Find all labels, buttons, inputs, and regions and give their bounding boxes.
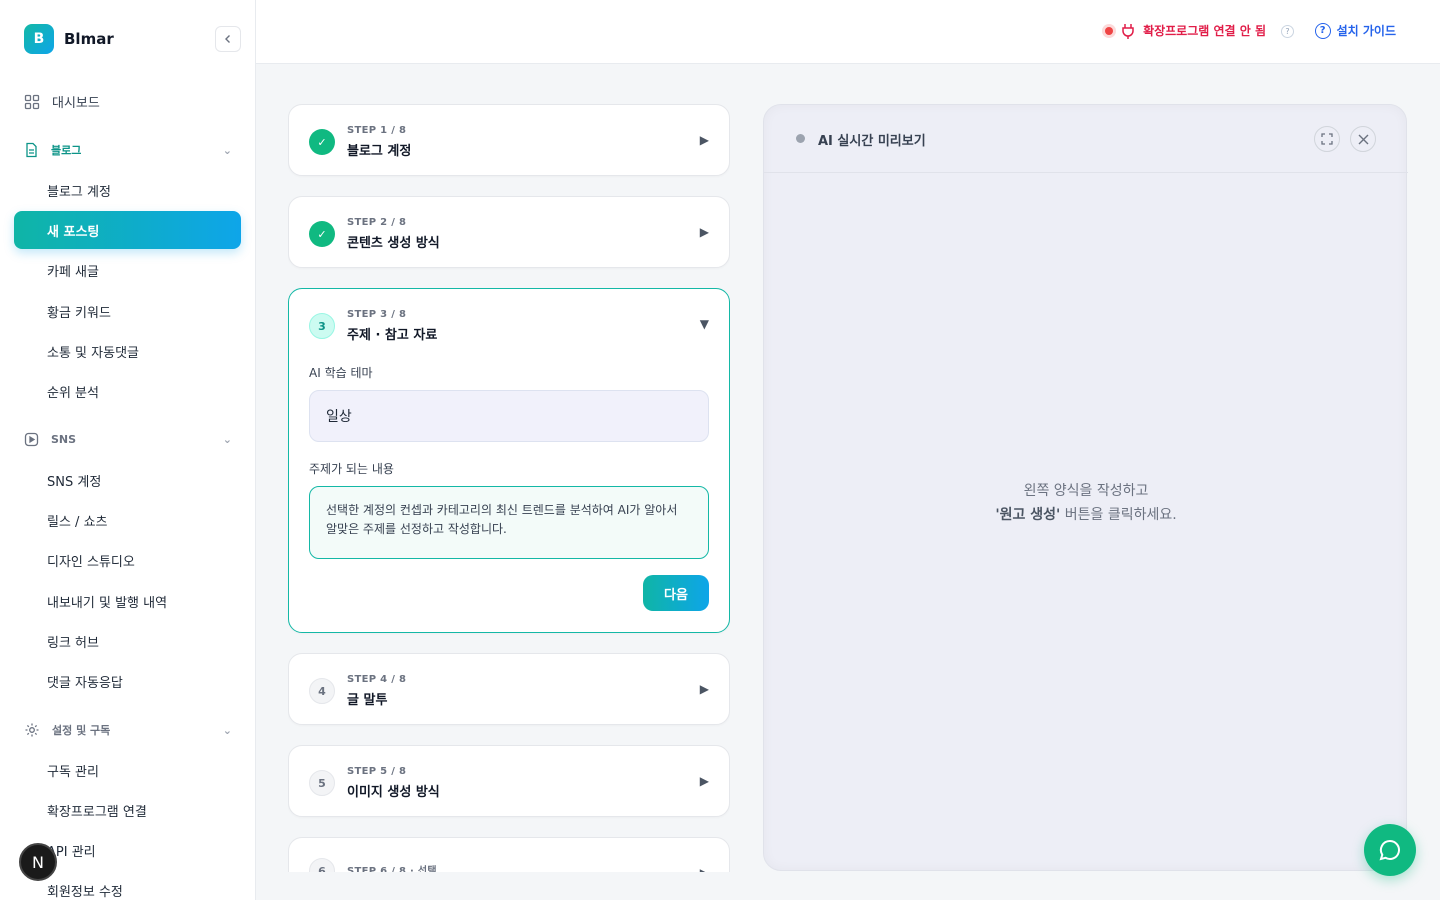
step-number-badge: 3 (309, 313, 335, 339)
step-card-1[interactable]: ✓ STEP 1 / 8 블로그 계정 ▶ (288, 104, 730, 176)
sidebar-section-settings[interactable]: 설정 및 구독 ⌄ (24, 722, 232, 738)
sidebar-section-label: 설정 및 구독 (52, 724, 111, 737)
topic-field[interactable]: 선택한 계정의 컨셉과 카테고리의 최신 트렌드를 분석하여 AI가 알아서 알… (309, 486, 709, 559)
check-icon: ✓ (309, 129, 335, 155)
step-label: STEP 1 / 8 (347, 125, 407, 136)
close-preview-button[interactable] (1350, 126, 1376, 152)
step-label: STEP 5 / 8 (347, 766, 407, 777)
sidebar-item-cafe-new-post[interactable]: 카페 새글 (14, 251, 241, 289)
sidebar-collapse-button[interactable] (215, 26, 241, 52)
step-number-badge: 6 (309, 858, 335, 872)
preview-empty-line2-rest: 버튼을 클릭하세요. (1060, 507, 1177, 523)
preview-header: AI 실시간 미리보기 (764, 105, 1408, 173)
step-label: STEP 4 / 8 (347, 674, 407, 685)
step-card-3: 3 STEP 3 / 8 주제 · 참고 자료 ▼ AI 학습 테마 일상 주제… (288, 288, 730, 633)
theme-label: AI 학습 테마 (309, 366, 373, 380)
step-card-2[interactable]: ✓ STEP 2 / 8 콘텐츠 생성 방식 ▶ (288, 196, 730, 268)
step-title: 주제 · 참고 자료 (347, 328, 438, 343)
chevron-left-icon (225, 35, 230, 43)
plug-icon (1122, 23, 1134, 39)
grid-icon (24, 94, 40, 109)
step-list: ✓ STEP 1 / 8 블로그 계정 ▶ ✓ STEP 2 / 8 콘텐츠 생… (288, 64, 730, 872)
sidebar-item-subscription[interactable]: 구독 관리 (14, 751, 241, 789)
step-card-5[interactable]: 5 STEP 5 / 8 이미지 생성 방식 ▶ (288, 745, 730, 817)
step-header[interactable]: 3 STEP 3 / 8 주제 · 참고 자료 (309, 309, 437, 343)
extension-status-label: 확장프로그램 연결 안 됨 (1143, 24, 1266, 38)
caret-right-icon: ▶ (699, 133, 709, 147)
preview-empty-line2: '원고 생성' 버튼을 클릭하세요. (764, 503, 1408, 527)
step-card-4[interactable]: 4 STEP 4 / 8 글 말투 ▶ (288, 653, 730, 725)
check-icon: ✓ (309, 221, 335, 247)
sidebar-item-rank-analysis[interactable]: 순위 분석 (14, 372, 241, 410)
chat-bubble-icon (1379, 839, 1400, 861)
sidebar-item-label: 대시보드 (52, 96, 100, 111)
sidebar-item-auto-comment[interactable]: 소통 및 자동댓글 (14, 332, 241, 370)
step-number-badge: 5 (309, 770, 335, 796)
sidebar-item-export-history[interactable]: 내보내기 및 발행 내역 (14, 582, 241, 620)
step-title: 콘텐츠 생성 방식 (347, 236, 440, 251)
brand-logo: B (24, 24, 54, 54)
step-title: 블로그 계정 (347, 144, 412, 159)
chevron-down-icon: ⌄ (222, 143, 232, 157)
brand[interactable]: B Blmar (24, 24, 114, 54)
sidebar-section-sns[interactable]: SNS ⌄ (24, 432, 232, 447)
sidebar-item-sns-account[interactable]: SNS 계정 (14, 461, 241, 499)
brand-name: Blmar (64, 30, 114, 48)
preview-title: AI 실시간 미리보기 (818, 134, 926, 149)
play-icon (24, 432, 39, 447)
chat-button[interactable] (1364, 824, 1416, 876)
fullscreen-button[interactable] (1314, 126, 1340, 152)
preview-empty-line1: 왼쪽 양식을 작성하고 (1023, 483, 1149, 499)
sidebar-item-design-studio[interactable]: 디자인 스튜디오 (14, 541, 241, 579)
sidebar-item-link-hub[interactable]: 링크 허브 (14, 622, 241, 660)
topbar: 확장프로그램 연결 안 됨 ? ? 설치 가이드 (256, 0, 1440, 64)
extension-status[interactable]: 확장프로그램 연결 안 됨 (1105, 22, 1266, 39)
expand-icon (1321, 133, 1333, 145)
theme-input[interactable]: 일상 (309, 390, 709, 442)
help-icon[interactable]: ? (1281, 25, 1294, 38)
caret-right-icon: ▶ (700, 866, 709, 872)
sidebar-item-new-posting[interactable]: 새 포스팅 (14, 211, 241, 249)
sidebar-item-golden-keyword[interactable]: 황금 키워드 (14, 292, 241, 330)
sidebar-section-label: 블로그 (51, 144, 82, 157)
step-title: 글 말투 (347, 693, 388, 708)
chevron-down-icon: ⌄ (222, 433, 232, 446)
caret-right-icon: ▶ (699, 682, 709, 696)
sidebar-section-label: SNS (51, 433, 77, 446)
step-number-badge: 4 (309, 678, 335, 704)
sidebar-item-extension[interactable]: 확장프로그램 연결 (14, 791, 241, 829)
caret-right-icon: ▶ (699, 774, 709, 788)
chevron-down-icon: ⌄ (222, 723, 232, 737)
sidebar-item-dashboard[interactable]: 대시보드 (24, 92, 244, 111)
caret-down-icon[interactable]: ▼ (700, 317, 709, 331)
next-button[interactable]: 다음 (643, 575, 709, 611)
sidebar-item-reels-shorts[interactable]: 릴스 / 쇼츠 (14, 501, 241, 539)
install-guide-link[interactable]: ? 설치 가이드 (1314, 22, 1396, 39)
gear-icon (25, 723, 39, 737)
step-title: 이미지 생성 방식 (347, 785, 440, 800)
document-icon (26, 142, 37, 158)
generate-keyword: '원고 생성' (995, 507, 1061, 523)
sidebar-item-blog-account[interactable]: 블로그 계정 (14, 171, 241, 209)
question-circle-icon: ? (1314, 22, 1331, 39)
topic-label: 주제가 되는 내용 (309, 462, 394, 476)
step-label: STEP 3 / 8 (347, 309, 407, 320)
avatar[interactable]: N (19, 843, 57, 881)
ai-preview-panel: AI 실시간 미리보기 왼쪽 양식을 작성하고 '원고 생성' 버튼을 클릭하세… (763, 104, 1408, 871)
sidebar: B Blmar 대시보드 블로그 ⌄ 블로그 계정 새 포스팅 카페 새글 황금… (0, 0, 256, 900)
caret-right-icon: ▶ (699, 225, 709, 239)
step-card-6[interactable]: 6 STEP 6 / 8 · 선택 ▶ (288, 837, 730, 872)
install-guide-label: 설치 가이드 (1336, 24, 1396, 38)
close-icon (1358, 134, 1368, 144)
step-label: STEP 6 / 8 · 선택 (347, 865, 437, 873)
step-label: STEP 2 / 8 (347, 217, 407, 228)
sidebar-section-blog[interactable]: 블로그 ⌄ (24, 142, 232, 158)
status-dot (1105, 26, 1114, 35)
status-dot (796, 134, 805, 143)
preview-empty-message: 왼쪽 양식을 작성하고 '원고 생성' 버튼을 클릭하세요. (764, 479, 1408, 527)
sidebar-item-comment-autoreply[interactable]: 댓글 자동응답 (14, 662, 241, 700)
